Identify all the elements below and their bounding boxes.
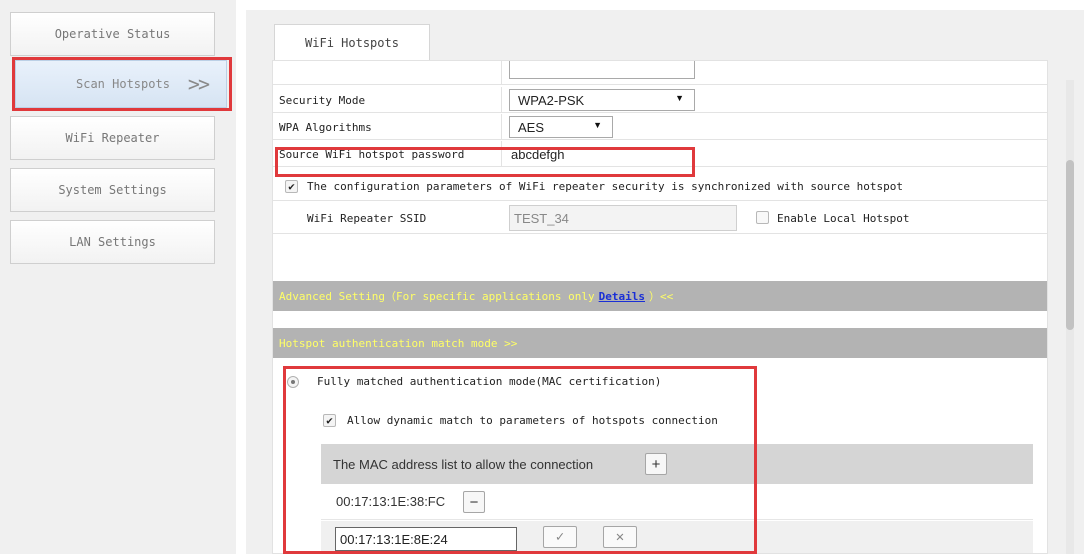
- dynamic-match-checkbox[interactable]: ✔: [323, 414, 336, 427]
- security-mode-label: Security Mode: [279, 93, 366, 107]
- new-mac-input[interactable]: 00:17:13:1E:8E:24: [335, 527, 517, 551]
- sidebar-item-label: Scan Hotspots: [76, 77, 170, 91]
- mac-list-title: The MAC address list to allow the connec…: [333, 456, 594, 472]
- sidebar: Operative Status Scan Hotspots >> WiFi R…: [0, 0, 236, 554]
- security-mode-row: Security Mode WPA2-PSK ▼: [273, 87, 1047, 113]
- wpa-algorithms-select[interactable]: AES ▼: [509, 116, 613, 138]
- auth-mode-label: Fully matched authentication mode(MAC ce…: [317, 375, 662, 388]
- clipped-field[interactable]: [509, 61, 695, 79]
- auth-mode-radio[interactable]: [287, 376, 299, 388]
- tab-label: WiFi Hotspots: [305, 35, 399, 50]
- wpa-algorithms-row: WPA Algorithms AES ▼: [273, 114, 1047, 140]
- enable-local-hotspot-label: Enable Local Hotspot: [777, 212, 910, 225]
- enable-local-hotspot-checkbox[interactable]: [756, 211, 769, 224]
- repeater-ssid-input[interactable]: TEST_34: [509, 205, 737, 231]
- settings-content: Security Mode WPA2-PSK ▼ WPA Algorithms …: [272, 60, 1048, 554]
- dropdown-arrow-icon: ▼: [593, 120, 602, 130]
- repeater-ssid-label: WiFi Repeater SSID: [307, 212, 427, 225]
- wpa-algorithms-label: WPA Algorithms: [279, 120, 372, 134]
- source-password-value: abcdefgh: [511, 146, 565, 162]
- sidebar-item-wifi-repeater[interactable]: WiFi Repeater: [10, 116, 215, 160]
- sync-security-checkbox[interactable]: ✔: [285, 180, 298, 193]
- scrollbar-thumb[interactable]: [1066, 160, 1074, 330]
- column-divider: [501, 61, 502, 85]
- mac-list-item: 00:17:13:1E:38:FC: [321, 484, 1033, 520]
- column-divider: [501, 87, 502, 113]
- sync-security-label: The configuration parameters of WiFi rep…: [307, 180, 904, 193]
- source-password-input[interactable]: abcdefgh: [507, 143, 691, 165]
- details-link[interactable]: Details: [599, 290, 645, 303]
- security-mode-value: WPA2-PSK: [518, 92, 585, 108]
- sidebar-item-label: System Settings: [58, 183, 167, 197]
- advanced-setting-text: Advanced Setting（For specific applicatio…: [279, 290, 595, 303]
- row-divider: [273, 233, 1047, 234]
- security-mode-select[interactable]: WPA2-PSK ▼: [509, 89, 695, 111]
- mac-list-header: The MAC address list to allow the connec…: [321, 444, 1033, 484]
- clipped-row: [273, 61, 1047, 85]
- column-divider: [501, 141, 502, 167]
- row-divider: [273, 200, 1047, 201]
- add-mac-button[interactable]: +: [645, 453, 667, 475]
- sidebar-item-operative-status[interactable]: Operative Status: [10, 12, 215, 56]
- cancel-mac-button[interactable]: ✕: [603, 526, 637, 548]
- sidebar-item-label: LAN Settings: [69, 235, 156, 249]
- sidebar-item-system-settings[interactable]: System Settings: [10, 168, 215, 212]
- wpa-algorithms-value: AES: [518, 119, 545, 135]
- mac-address-value: 00:17:13:1E:38:FC: [336, 494, 446, 509]
- double-chevron-right-icon: >>: [187, 72, 210, 96]
- close-icon: ✕: [615, 529, 625, 545]
- source-password-row: Source WiFi hotspot password abcdefgh: [273, 141, 1047, 167]
- auth-match-bar[interactable]: Hotspot authentication match mode >>: [273, 328, 1047, 358]
- advanced-setting-bar[interactable]: Advanced Setting（For specific applicatio…: [273, 281, 1047, 311]
- checkmark-icon: ✓: [555, 529, 565, 545]
- sidebar-item-lan-settings[interactable]: LAN Settings: [10, 220, 215, 264]
- new-mac-value: 00:17:13:1E:8E:24: [340, 531, 448, 547]
- advanced-setting-collapse: ）<<: [649, 290, 674, 303]
- column-divider: [501, 114, 502, 140]
- sidebar-item-label: WiFi Repeater: [65, 131, 160, 145]
- sidebar-item-label: Operative Status: [54, 27, 171, 41]
- main-panel: WiFi Hotspots Security Mode WPA2-PSK ▼ W…: [246, 10, 1084, 554]
- repeater-ssid-value: TEST_34: [514, 210, 569, 226]
- source-password-label: Source WiFi hotspot password: [279, 147, 465, 161]
- auth-match-text: Hotspot authentication match mode >>: [279, 336, 518, 350]
- sidebar-item-scan-hotspots[interactable]: Scan Hotspots >>: [15, 60, 227, 108]
- plus-icon: +: [651, 455, 661, 473]
- vertical-scrollbar[interactable]: [1066, 80, 1074, 554]
- dropdown-arrow-icon: ▼: [675, 93, 684, 103]
- dynamic-match-label: Allow dynamic match to parameters of hot…: [347, 414, 718, 427]
- minus-icon: −: [469, 493, 479, 511]
- confirm-mac-button[interactable]: ✓: [543, 526, 577, 548]
- remove-mac-button[interactable]: −: [463, 491, 485, 513]
- tab-wifi-hotspots[interactable]: WiFi Hotspots: [274, 24, 430, 60]
